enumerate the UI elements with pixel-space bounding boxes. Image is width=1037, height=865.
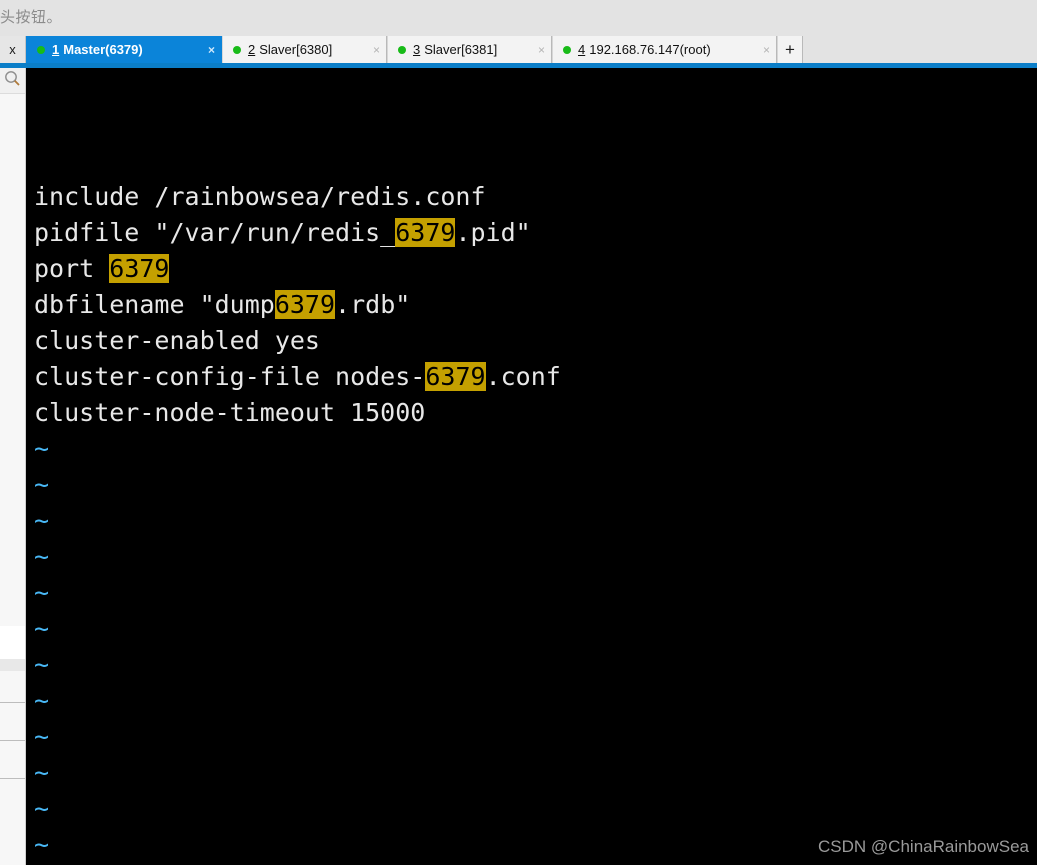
- tab-index-label: 3: [413, 42, 421, 57]
- sidebar-divider: [0, 702, 25, 703]
- sidebar-divider: [0, 778, 25, 779]
- terminal-line: dbfilename "dump6379.rdb": [34, 287, 561, 323]
- terminal-line: cluster-node-timeout 15000: [34, 395, 561, 431]
- tabbar-underline: [0, 63, 1037, 68]
- terminal-line: ~: [34, 539, 561, 575]
- terminal-text: cluster-config-file nodes-: [34, 362, 426, 391]
- close-icon[interactable]: ×: [373, 43, 380, 57]
- tab-index-label: 1: [52, 42, 60, 57]
- terminal-line: ~: [34, 647, 561, 683]
- new-tab-button[interactable]: +: [777, 36, 803, 63]
- vim-empty-line-marker: ~: [34, 542, 50, 571]
- terminal-line: ~: [34, 431, 561, 467]
- terminal-text: .conf: [485, 362, 561, 391]
- sidebar-search-button[interactable]: [0, 64, 25, 94]
- terminal-line: ~: [34, 827, 561, 863]
- terminal-text: dbfilename "dump: [34, 290, 275, 319]
- terminal-line: ~: [34, 575, 561, 611]
- terminal-line: ~: [34, 683, 561, 719]
- terminal-text: cluster-enabled yes: [34, 326, 320, 355]
- tab-title-label: Master(6379): [63, 42, 143, 57]
- connection-status-dot-icon: [563, 45, 571, 54]
- search-match-highlight: 6379: [109, 254, 170, 283]
- search-match-highlight: 6379: [425, 362, 486, 391]
- terminal-text: include /rainbowsea/redis.conf: [34, 182, 486, 211]
- terminal-line: ~: [34, 467, 561, 503]
- sidebar-panel-white: [0, 626, 25, 659]
- tab-title-label: 192.168.76.147(root): [589, 42, 711, 57]
- connection-status-dot-icon: [233, 45, 241, 54]
- terminal-line: ~: [34, 719, 561, 755]
- document-caption-text: 头按钮。: [0, 8, 63, 26]
- vim-empty-line-marker: ~: [34, 506, 50, 535]
- close-icon[interactable]: ×: [208, 43, 215, 57]
- terminal-line: cluster-enabled yes: [34, 323, 561, 359]
- search-icon: [0, 70, 25, 87]
- csdn-watermark: CSDN @ChinaRainbowSea: [818, 837, 1029, 856]
- terminal-line: include /rainbowsea/redis.conf: [34, 179, 561, 215]
- session-tab-2[interactable]: 2 Slaver[6380] ×: [222, 36, 387, 63]
- vim-empty-line-marker: ~: [34, 794, 50, 823]
- terminal-text: port: [34, 254, 110, 283]
- tab-index-label: 2: [248, 42, 256, 57]
- session-tab-bar: x 1 Master(6379) × 2 Slaver[6380] × 3 Slaver…: [0, 36, 1037, 63]
- connection-status-dot-icon: [37, 45, 45, 54]
- tab-index-label: 4: [578, 42, 586, 57]
- terminal-panel[interactable]: include /rainbowsea/redis.conf pidfile "/…: [26, 68, 1037, 865]
- tab-title-label: Slaver[6381]: [424, 42, 498, 57]
- vim-empty-line-marker: ~: [34, 830, 50, 859]
- session-tab-3[interactable]: 3 Slaver[6381] ×: [387, 36, 552, 63]
- terminal-line: ~: [34, 791, 561, 827]
- terminal-text: pidfile "/var/run/redis_: [34, 218, 396, 247]
- tab-title-label: Slaver[6380]: [259, 42, 333, 57]
- terminal-line: ~: [34, 611, 561, 647]
- vim-empty-line-marker: ~: [34, 722, 50, 751]
- terminal-line: cluster-config-file nodes-6379.conf: [34, 359, 561, 395]
- vim-empty-line-marker: ~: [34, 578, 50, 607]
- vim-empty-line-marker: ~: [34, 758, 50, 787]
- session-tab-1[interactable]: 1 Master(6379) ×: [26, 36, 222, 63]
- vim-empty-line-marker: ~: [34, 686, 50, 715]
- terminal-line: ~: [34, 755, 561, 791]
- terminal-text: .pid": [455, 218, 531, 247]
- vim-empty-line-marker: ~: [34, 470, 50, 499]
- search-match-highlight: 6379: [395, 218, 456, 247]
- vim-empty-line-marker: ~: [34, 614, 50, 643]
- terminal-text: .rdb": [335, 290, 411, 319]
- close-icon[interactable]: ×: [763, 43, 770, 57]
- terminal-line: port 6379: [34, 251, 561, 287]
- close-icon[interactable]: ×: [538, 43, 545, 57]
- terminal-screen: include /rainbowsea/redis.conf pidfile "/…: [34, 71, 561, 865]
- sidebar-panel-grey: [0, 659, 25, 671]
- host-app-top-strip: 头按钮。: [0, 0, 1037, 36]
- left-sidebar: [0, 36, 26, 865]
- search-match-highlight: 6379: [274, 290, 336, 319]
- session-tab-4[interactable]: 4 192.168.76.147(root) ×: [552, 36, 777, 63]
- terminal-line: pidfile "/var/run/redis_6379.pid": [34, 215, 561, 251]
- sidebar-divider: [0, 740, 25, 741]
- terminal-text: cluster-node-timeout 15000: [34, 398, 426, 427]
- terminal-line: ~: [34, 503, 561, 539]
- connection-status-dot-icon: [398, 45, 406, 54]
- close-session-button[interactable]: x: [0, 36, 26, 63]
- vim-empty-line-marker: ~: [34, 650, 50, 679]
- vim-empty-line-marker: ~: [34, 434, 50, 463]
